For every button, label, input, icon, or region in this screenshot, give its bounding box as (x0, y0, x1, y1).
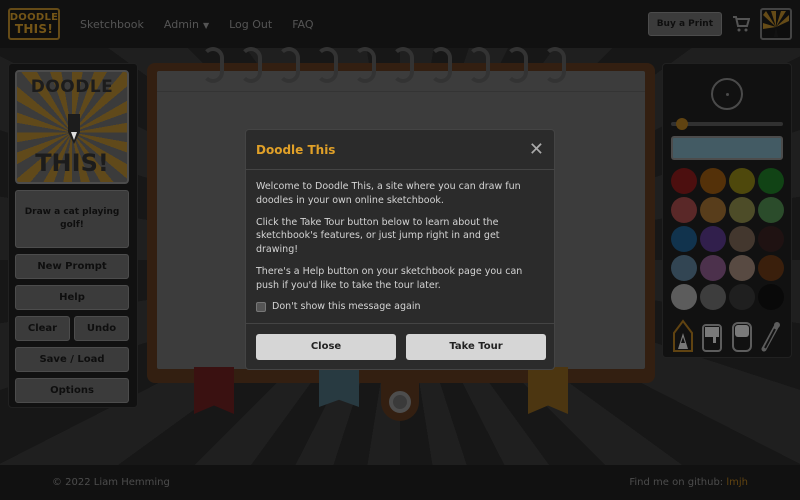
dont-show-label[interactable]: Don't show this message again (272, 300, 420, 314)
modal-title: Doodle This (256, 142, 336, 157)
welcome-modal: Doodle This ✕ Welcome to Doodle This, a … (245, 129, 555, 370)
close-button[interactable]: Close (256, 333, 396, 360)
close-icon[interactable]: ✕ (529, 140, 544, 159)
take-tour-button[interactable]: Take Tour (406, 333, 546, 360)
modal-paragraph: Welcome to Doodle This, a site where you… (256, 181, 521, 206)
modal-footer: Close Take Tour (246, 323, 554, 369)
dont-show-row: Don't show this message again (256, 300, 544, 314)
modal-body: Welcome to Doodle This, a site where you… (246, 170, 554, 324)
logo-line2: THIS! (35, 149, 109, 177)
logo-line1: DOODLE (30, 77, 114, 97)
modal-header: Doodle This ✕ (246, 130, 554, 170)
pencil-logo-icon (68, 114, 80, 144)
modal-paragraph: There's a Help button on your sketchbook… (256, 265, 523, 291)
modal-paragraph: Click the Take Tour button below to lear… (256, 216, 500, 256)
dont-show-checkbox[interactable] (256, 302, 266, 313)
